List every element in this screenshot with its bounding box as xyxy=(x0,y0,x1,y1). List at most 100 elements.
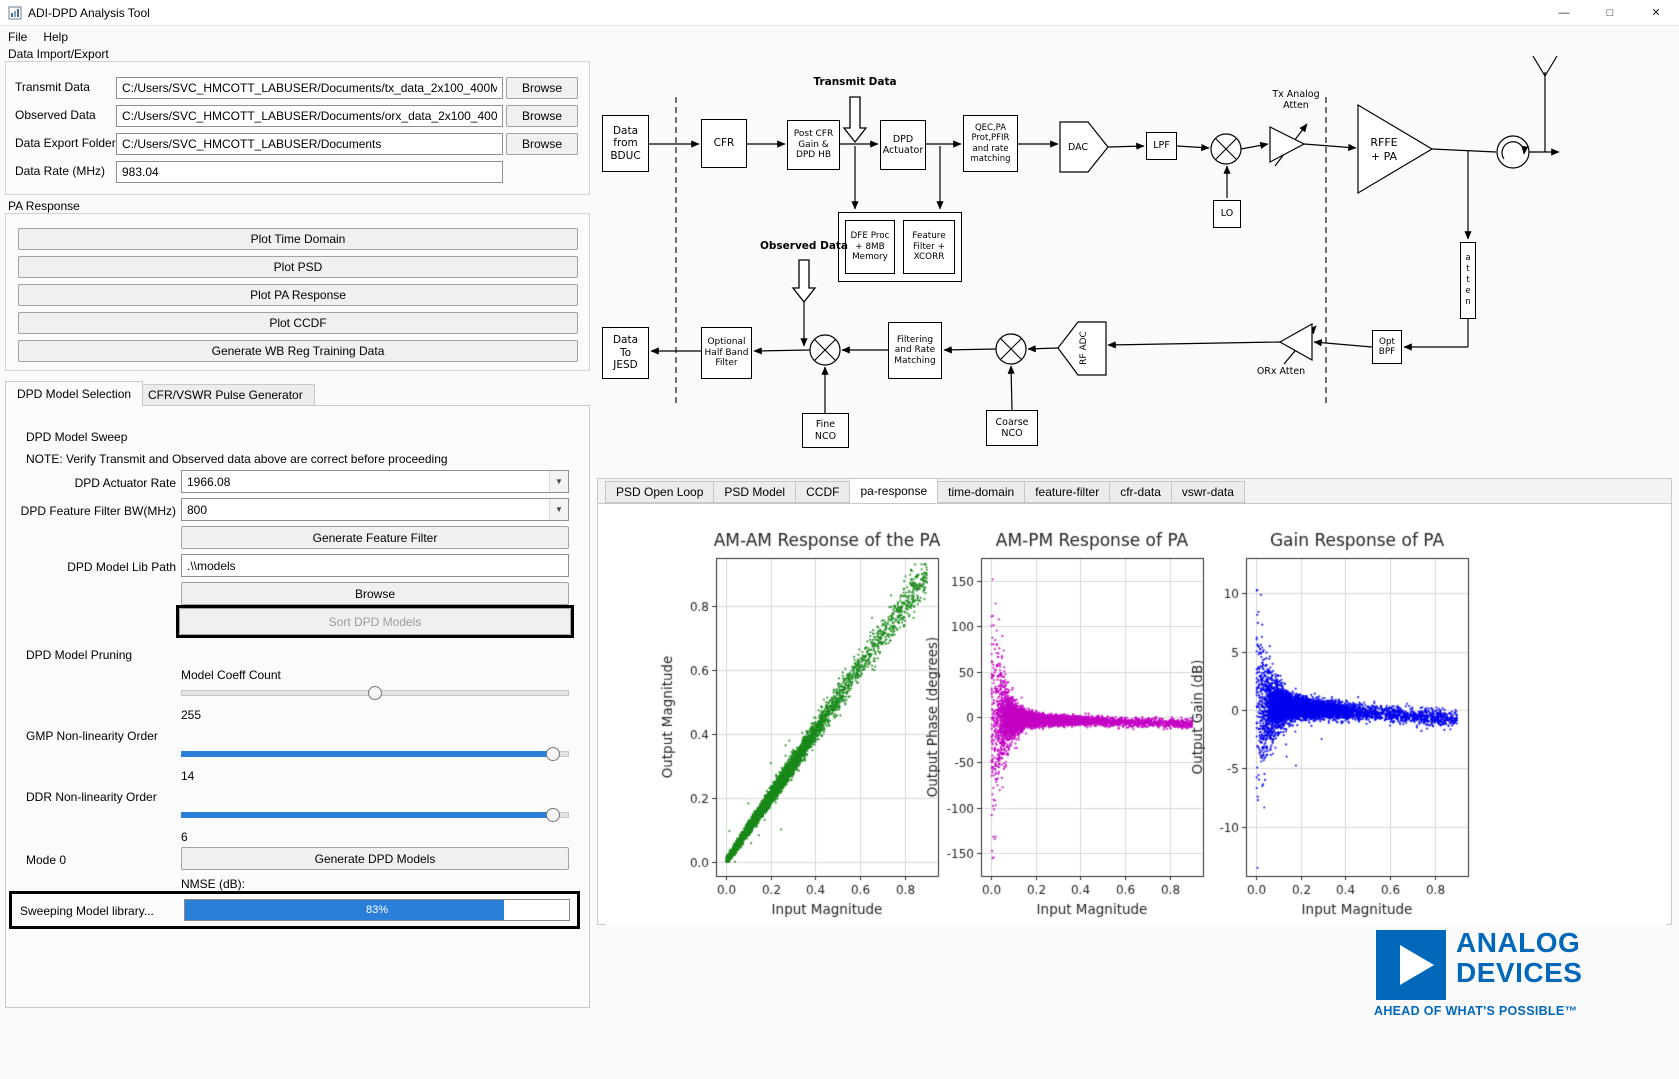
model-lib-browse-button[interactable]: Browse xyxy=(181,582,569,605)
diagram-block-cfr: CFR xyxy=(701,119,747,168)
chevron-down-icon[interactable]: ▼ xyxy=(549,471,568,492)
observed-data-label: Observed Data xyxy=(15,108,96,122)
diagram-annotation-observed: Observed Data xyxy=(755,240,853,252)
model-lib-path-input[interactable] xyxy=(181,554,569,577)
window-controls: — □ ✕ xyxy=(1541,0,1679,25)
slider-thumb[interactable] xyxy=(546,808,560,822)
slider-fill xyxy=(181,812,553,818)
plot-time-domain-button[interactable]: Plot Time Domain xyxy=(18,228,578,250)
diagram-block-lpf: LPF xyxy=(1146,132,1177,160)
svg-text:RFFE: RFFE xyxy=(1370,136,1397,149)
feature-bw-value: 800 xyxy=(182,499,549,520)
dpd-model-sweep-label: DPD Model Sweep xyxy=(26,430,127,444)
ddr-order-slider[interactable] xyxy=(181,808,569,822)
diagram-block-ffx: Feature Filter + XCORR xyxy=(903,220,955,274)
tab-cfr-vswr-pulse-generator[interactable]: CFR/VSWR Pulse Generator xyxy=(136,384,315,406)
data-export-folder-label: Data Export Folder xyxy=(15,136,116,150)
slider-fill xyxy=(181,751,553,757)
generate-wb-reg-training-data-button[interactable]: Generate WB Reg Training Data xyxy=(18,340,578,362)
menu-file[interactable]: File xyxy=(0,28,35,46)
diagram-block-jesd: Data To JESD xyxy=(602,327,649,379)
minimize-button[interactable]: — xyxy=(1541,0,1587,25)
slider-thumb[interactable] xyxy=(546,747,560,761)
diagram-block-coarsenco: Coarse NCO xyxy=(986,410,1038,446)
feature-bw-label: DPD Feature Filter BW(MHz) xyxy=(16,504,176,518)
plot-tab-psd-open-loop[interactable]: PSD Open Loop xyxy=(605,481,714,503)
svg-text:DAC: DAC xyxy=(1068,142,1088,153)
sweep-progress-bar: 83% xyxy=(184,899,570,921)
titlebar: ADI-DPD Analysis Tool — □ ✕ xyxy=(0,0,1679,26)
plot-tab-cfr-data[interactable]: cfr-data xyxy=(1110,481,1172,503)
plot-ccdf-button[interactable]: Plot CCDF xyxy=(18,312,578,334)
sweep-status-label: Sweeping Model library... xyxy=(20,904,154,918)
pa-response-charts xyxy=(606,509,1666,927)
logo-tagline: AHEAD OF WHAT'S POSSIBLE™ xyxy=(1374,1004,1577,1018)
nmse-label: NMSE (dB): xyxy=(181,877,245,891)
diagram-block-halfband: Optional Half Band Filter xyxy=(701,327,752,379)
verify-note: NOTE: Verify Transmit and Observed data … xyxy=(26,452,448,466)
menu-help[interactable]: Help xyxy=(35,28,76,46)
logo-line2: DEVICES xyxy=(1456,958,1582,988)
transmit-data-browse-button[interactable]: Browse xyxy=(506,77,578,99)
plot-pa-response-button[interactable]: Plot PA Response xyxy=(18,284,578,306)
diagram-block-dpdact: DPD Actuator xyxy=(880,120,926,170)
plot-tab-time-domain[interactable]: time-domain xyxy=(938,481,1025,503)
data-import-group-label: Data Import/Export xyxy=(8,47,109,61)
plot-tab-vswr-data[interactable]: vswr-data xyxy=(1172,481,1245,503)
analog-devices-logo: ANALOG DEVICES AHEAD OF WHAT'S POSSIBLE™ xyxy=(1372,928,1672,1023)
diagram-annotation-transmit: Transmit Data xyxy=(809,76,901,88)
gmp-order-value: 14 xyxy=(181,769,194,783)
transmit-data-input[interactable] xyxy=(116,77,503,99)
observed-data-browse-button[interactable]: Browse xyxy=(506,105,578,127)
plots-panel: PSD Open LoopPSD ModelCCDFpa-responsetim… xyxy=(597,478,1672,925)
data-rate-label: Data Rate (MHz) xyxy=(15,164,105,178)
plot-psd-button[interactable]: Plot PSD xyxy=(18,256,578,278)
gmp-order-label: GMP Non-linearity Order xyxy=(26,729,158,743)
diagram-annotation-tx_atten: Tx Analog Atten xyxy=(1260,90,1332,112)
coeff-count-label: Model Coeff Count xyxy=(181,668,281,682)
plot-tab-feature-filter[interactable]: feature-filter xyxy=(1025,481,1110,503)
actuator-rate-value: 1966.08 xyxy=(182,471,549,492)
ddr-order-label: DDR Non-linearity Order xyxy=(26,790,157,804)
data-export-folder-input[interactable] xyxy=(116,133,503,155)
plot-tab-pa-response[interactable]: pa-response xyxy=(850,478,938,503)
maximize-button[interactable]: □ xyxy=(1587,0,1633,25)
data-rate-input[interactable] xyxy=(116,161,503,183)
plot-tab-ccdf[interactable]: CCDF xyxy=(796,481,850,503)
adi-logo-mark xyxy=(1376,930,1446,1000)
model-pruning-label: DPD Model Pruning xyxy=(26,648,132,662)
window-title: ADI-DPD Analysis Tool xyxy=(28,6,150,20)
model-coeff-slider[interactable] xyxy=(181,686,569,700)
gmp-order-slider[interactable] xyxy=(181,747,569,761)
actuator-rate-combobox[interactable]: 1966.08 ▼ xyxy=(181,470,569,493)
diagram-block-filtering: Filtering and Rate Matching xyxy=(888,322,942,379)
data-export-folder-browse-button[interactable]: Browse xyxy=(506,133,578,155)
chevron-down-icon[interactable]: ▼ xyxy=(549,499,568,520)
logo-line1: ANALOG xyxy=(1456,928,1582,958)
pa-response-group: Plot Time Domain Plot PSD Plot PA Respon… xyxy=(5,213,590,371)
transmit-data-label: Transmit Data xyxy=(15,80,90,94)
plot-tab-bar: PSD Open LoopPSD ModelCCDFpa-responsetim… xyxy=(598,479,1671,504)
logo-wordmark: ANALOG DEVICES xyxy=(1456,928,1582,987)
diagram-annotation-orx_atten: ORx Atten xyxy=(1249,367,1313,378)
feature-bw-combobox[interactable]: 800 ▼ xyxy=(181,498,569,521)
model-lib-path-label: DPD Model Lib Path xyxy=(16,560,176,574)
pa-response-group-label: PA Response xyxy=(8,199,80,213)
app-window: ADI-DPD Analysis Tool — □ ✕ File Help Da… xyxy=(0,0,1679,1079)
data-import-group: Transmit Data Browse Observed Data Brows… xyxy=(5,61,590,195)
slider-thumb[interactable] xyxy=(368,686,382,700)
diagram-block-postcfr: Post CFR Gain & DPD HB xyxy=(787,120,840,170)
plot-tab-psd-model[interactable]: PSD Model xyxy=(714,481,796,503)
progress-percent-text: 83% xyxy=(185,900,569,920)
diagram-block-optbpf: Opt BPF xyxy=(1372,330,1402,364)
generate-dpd-models-button[interactable]: Generate DPD Models xyxy=(181,847,569,870)
mode-label: Mode 0 xyxy=(26,853,66,867)
generate-feature-filter-button[interactable]: Generate Feature Filter xyxy=(181,526,569,549)
svg-text:+ PA: + PA xyxy=(1371,150,1398,163)
close-button[interactable]: ✕ xyxy=(1633,0,1679,25)
sweep-annotation-box: Sweeping Model library... 83% xyxy=(9,891,580,929)
observed-data-input[interactable] xyxy=(116,105,503,127)
diagram-block-qec: QEC,PA Prot,PFIR and rate matching xyxy=(963,115,1018,172)
tab-dpd-model-selection[interactable]: DPD Model Selection xyxy=(5,381,143,406)
sort-dpd-models-button[interactable]: Sort DPD Models xyxy=(179,608,571,635)
